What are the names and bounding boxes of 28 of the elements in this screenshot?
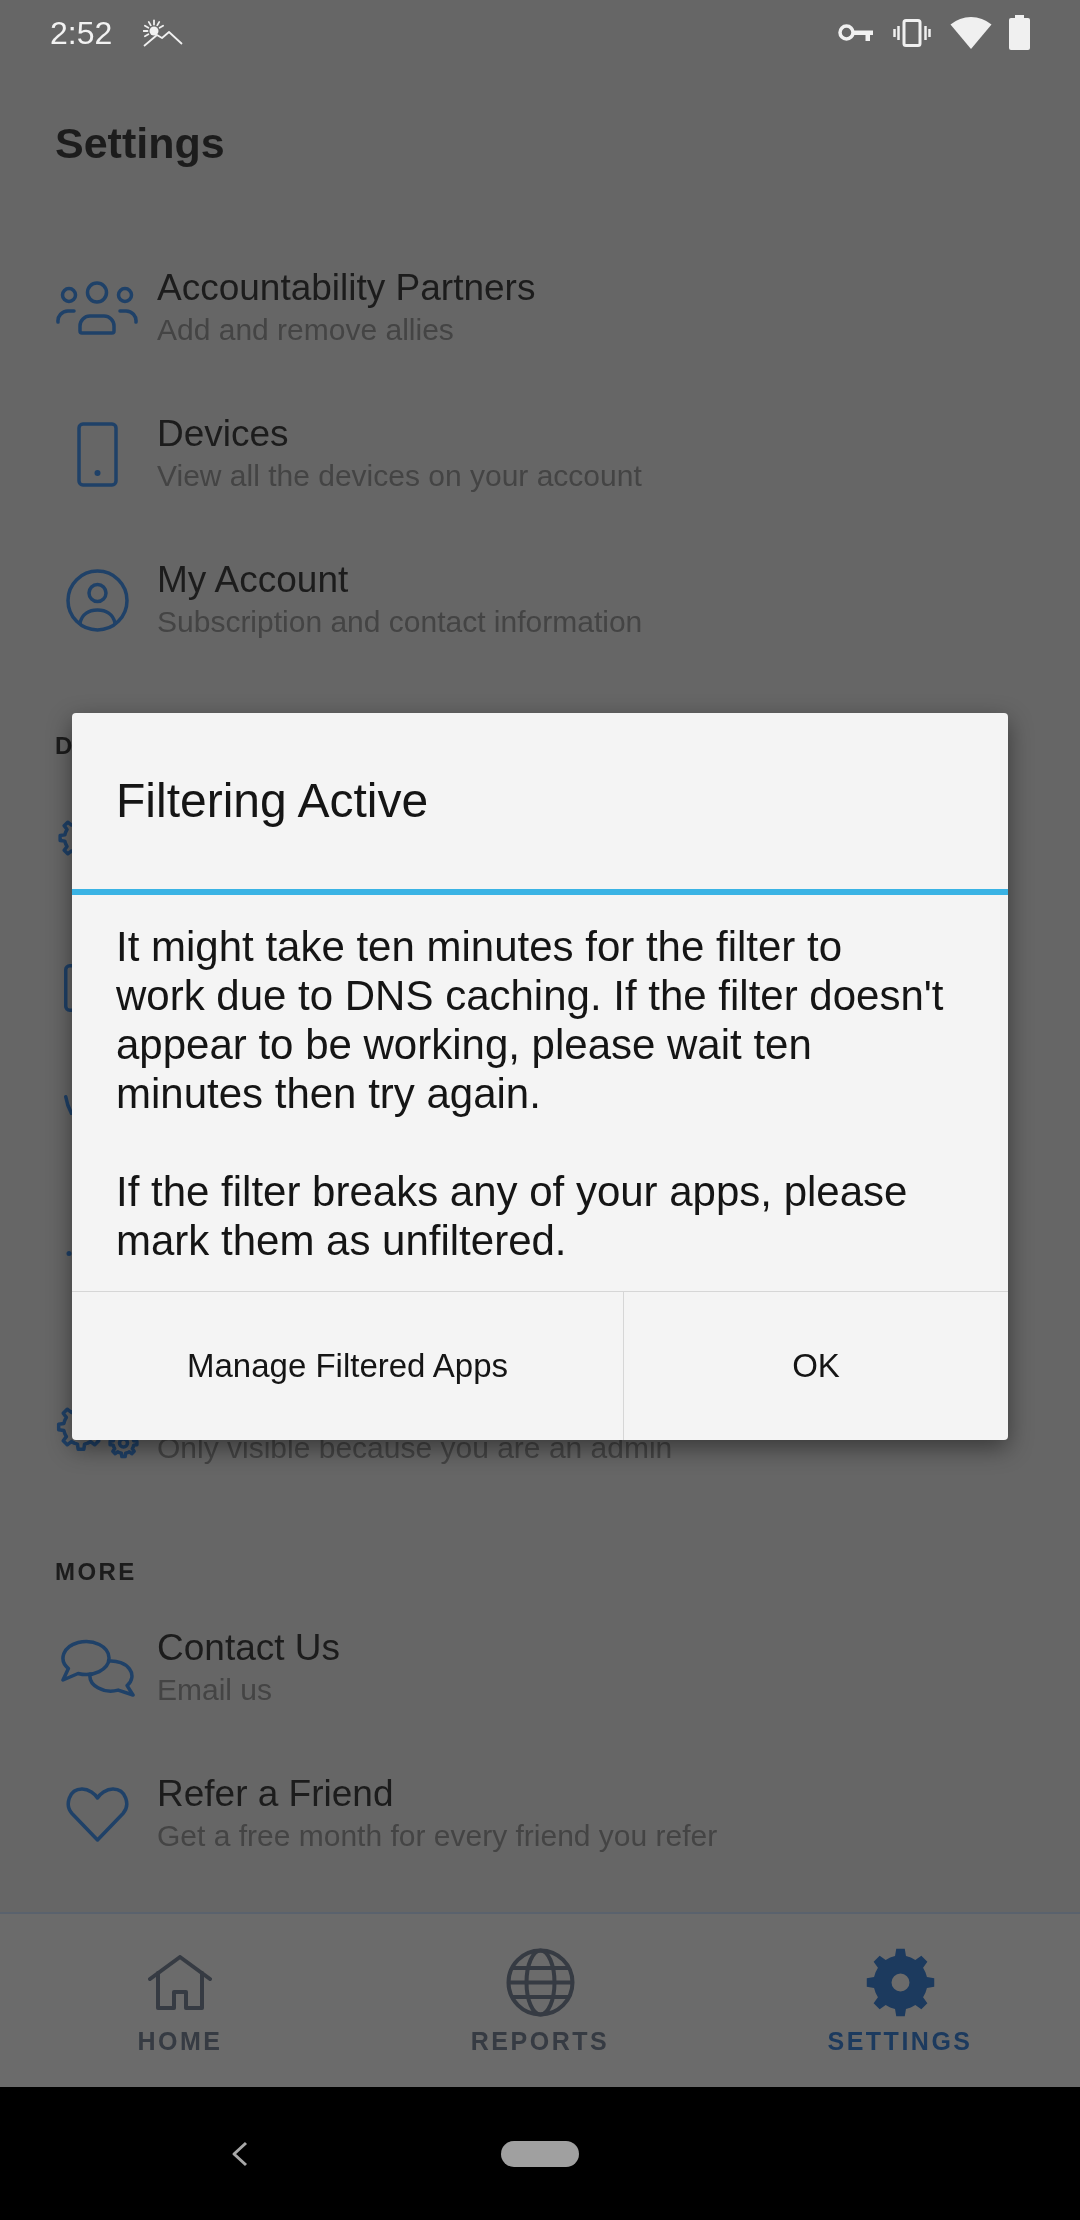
line-icon [64,1095,73,1115]
back-icon[interactable] [231,2140,248,2167]
wifi-icon [950,15,992,50]
globe-icon [505,1947,575,2017]
chat-icon [59,1639,135,1697]
heart-icon [64,1784,130,1844]
page-title: Settings [55,118,225,169]
people-icon [56,281,138,335]
home-button[interactable] [501,2140,579,2167]
bracket-icon [64,964,73,1012]
section-header: MORE [55,1557,137,1587]
phone-icon [76,421,118,487]
dialog-message: It might take ten minutes for the filter to work due to DNS caching. If the filter doesn't appear to be working, please wait ten minutes then try again. [116,922,945,1118]
dialog-button[interactable]: Manage Filtered Apps [72,1292,624,1440]
home-icon [148,1954,212,2010]
dialog-button[interactable]: OK [624,1292,1008,1440]
vibrate-icon [893,18,931,47]
sun-icon [143,18,184,47]
settings-icon [865,1947,935,2017]
dot-icon [66,1249,72,1257]
section-header: D [55,731,75,761]
status-time: 2:52 [50,16,113,49]
dialog-message: If the filter breaks any of your apps, please mark them as unfiltered. [116,1167,909,1265]
key-icon [838,23,873,42]
nav-tab[interactable]: SETTINGS [720,1914,1080,2087]
account-icon [65,568,129,632]
dialog-title: Filtering Active [116,773,429,829]
battery-icon [1009,15,1030,50]
